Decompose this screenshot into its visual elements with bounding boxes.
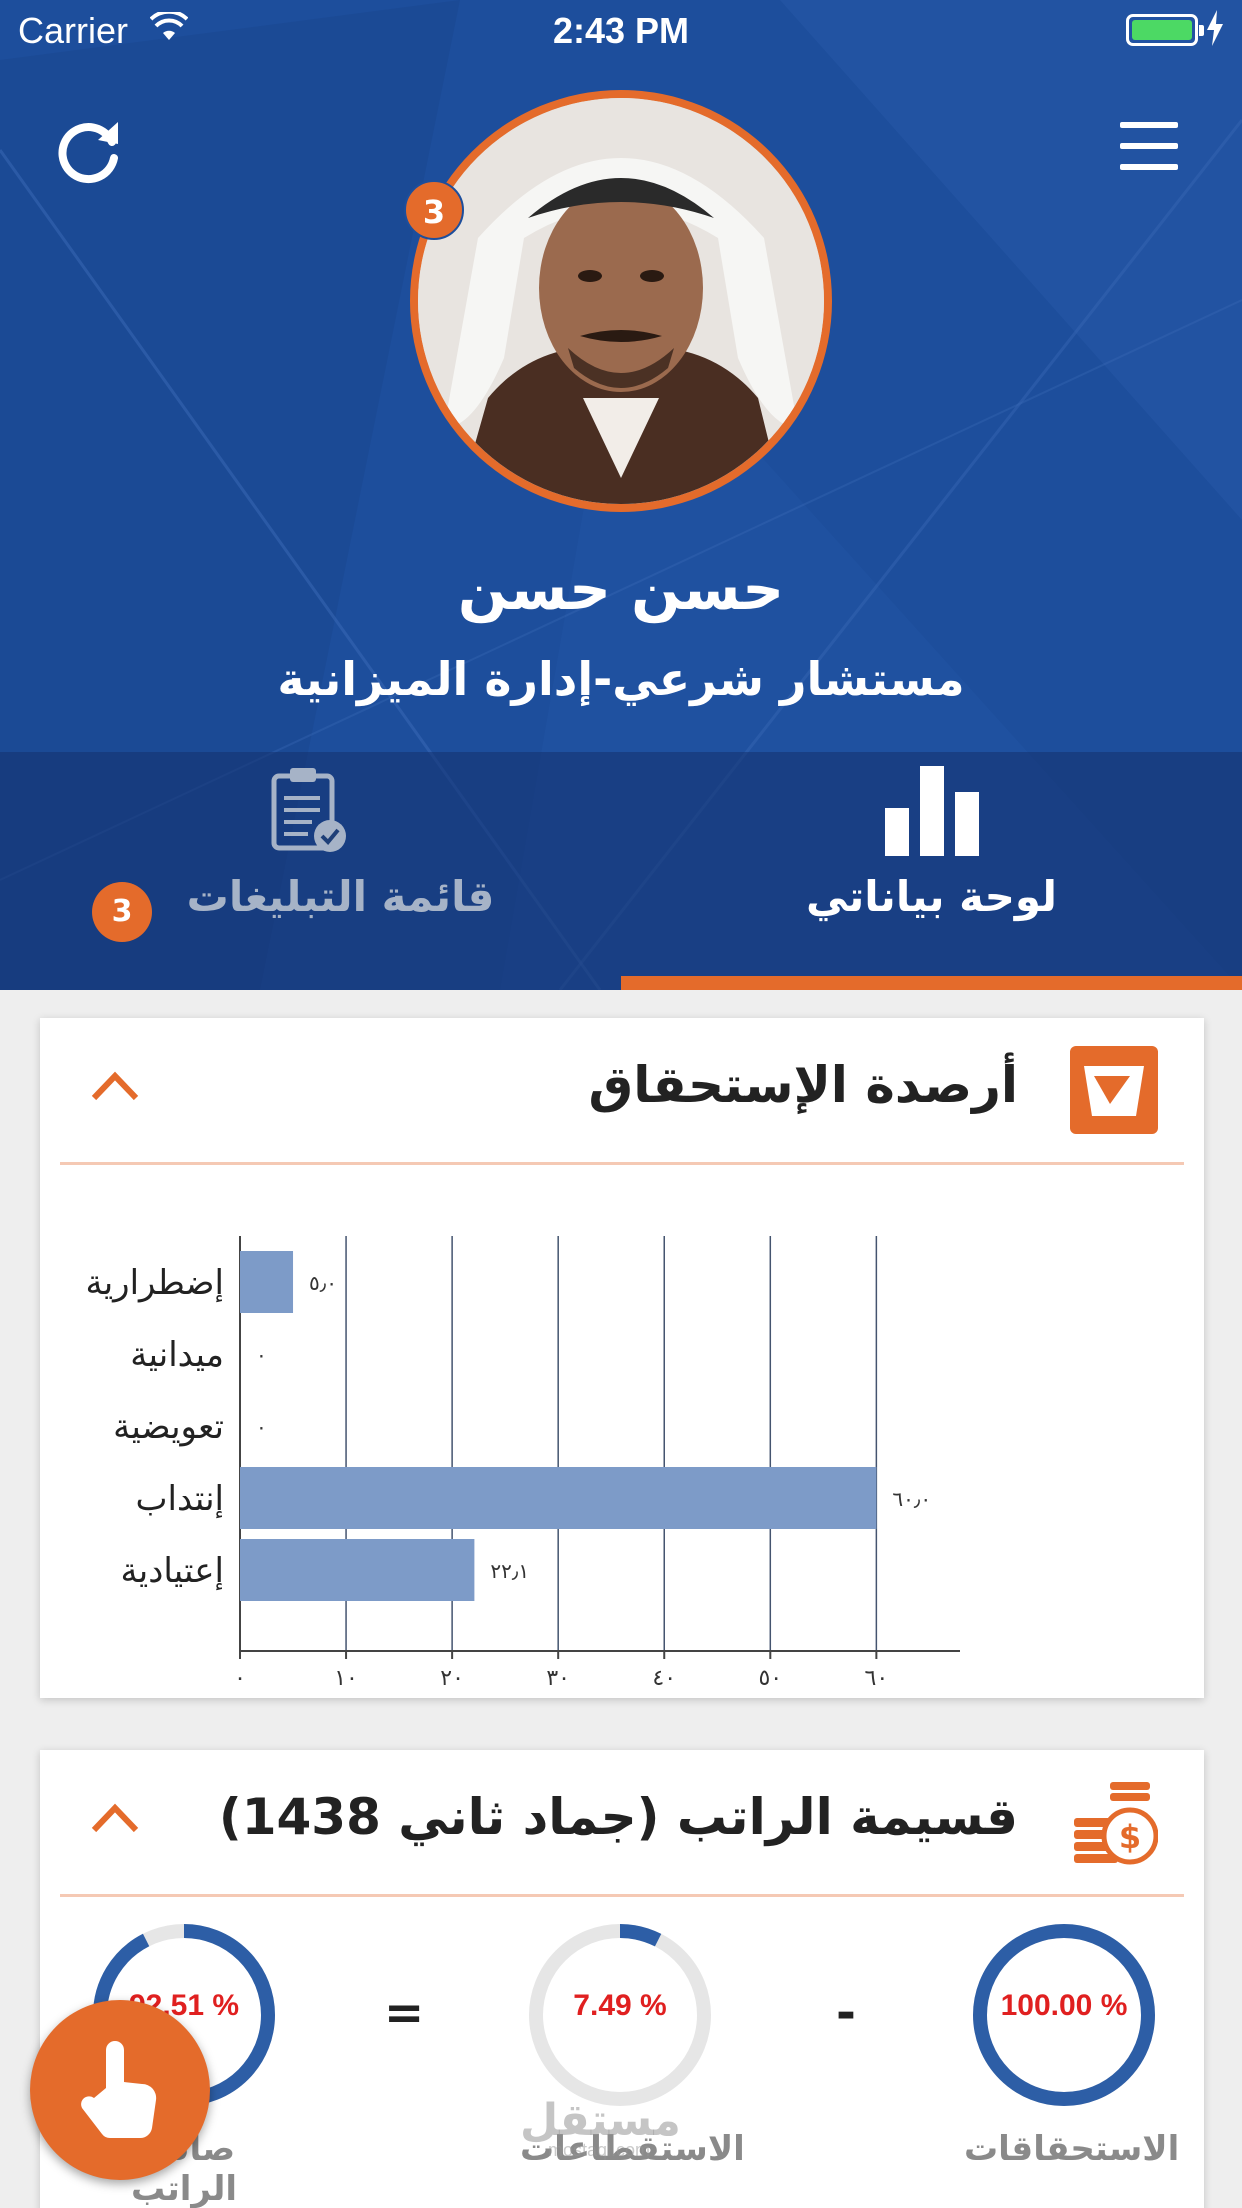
data-label: ٠ <box>256 1415 267 1439</box>
avatar-photo <box>418 98 824 504</box>
avatar[interactable] <box>410 90 832 512</box>
x-tick-label: ٣٠ <box>546 1666 570 1686</box>
x-tick-label: ٥٠ <box>758 1666 782 1686</box>
tab-notifications[interactable]: قائمة التبليغات 3 <box>0 752 621 990</box>
x-tick-label: ٦٠ <box>865 1666 889 1686</box>
equals-sign: = <box>384 1985 425 2041</box>
svg-text:$: $ <box>1119 1818 1141 1856</box>
bar <box>240 1467 877 1529</box>
chevron-up-icon[interactable] <box>90 1800 140 1836</box>
active-tab-indicator <box>621 976 1242 990</box>
ring-value: 7.49 % <box>573 1989 667 2022</box>
battery-icon <box>1126 14 1204 46</box>
charging-icon <box>1207 10 1223 46</box>
card-header[interactable]: أرصدة الإستحقاق <box>40 1018 1204 1163</box>
card-header[interactable]: قسيمة الراتب (جماد ثاني 1438) $ <box>40 1750 1204 1895</box>
card-divider <box>60 1894 1184 1897</box>
tab-dashboard[interactable]: لوحة بياناتي <box>621 752 1242 990</box>
salary-summary: 100.00 % الاستحقاقات - 7.49 % الاستقطاعا… <box>40 1915 1204 2208</box>
watermark-url: mostaql.com <box>548 2140 651 2160</box>
card-title: أرصدة الإستحقاق <box>588 1056 1019 1114</box>
data-label: ٦٠٫٠ <box>892 1487 931 1511</box>
notifications-badge: 3 <box>92 882 152 942</box>
x-tick-label: ٠ <box>234 1666 246 1686</box>
bar-chart-icon <box>885 766 979 856</box>
clipboard-check-icon <box>271 768 346 852</box>
category-label: إعتيادية <box>121 1551 224 1591</box>
entitlement-balances-card: أرصدة الإستحقاق ٠ ١٠ ٢٠ ٣٠ ٤٠ ٥٠ ٦٠ ٥٫٠ إضطرارية… <box>40 1018 1204 1698</box>
category-label: تعويضية <box>113 1407 224 1447</box>
ring-label: الاستحقاقات <box>964 2129 1180 2169</box>
x-tick-label: ٤٠ <box>652 1666 676 1686</box>
tab-dashboard-label: لوحة بياناتي <box>806 872 1057 921</box>
main-tabs: قائمة التبليغات 3 لوحة بياناتي <box>0 752 1242 990</box>
bar <box>240 1251 294 1313</box>
card-divider <box>60 1162 1184 1165</box>
minus-sign: - <box>836 1985 856 2041</box>
data-label: ٢٢٫١ <box>490 1559 529 1583</box>
status-bar: Carrier 2:43 PM <box>0 0 1242 60</box>
touch-action-button[interactable] <box>30 2000 210 2180</box>
coins-dollar-icon: $ <box>1074 1782 1158 1865</box>
tap-hand-icon <box>81 2041 157 2139</box>
watermark: مستقل <box>520 2095 681 2146</box>
category-label: ميدانية <box>130 1335 224 1375</box>
x-tick-label: ١٠ <box>334 1666 358 1686</box>
chevron-up-icon[interactable] <box>90 1068 140 1104</box>
x-tick-label: ٢٠ <box>440 1666 464 1686</box>
profile-header: Carrier 2:43 PM 3 حسن حسن مستشار شرعي-إد… <box>0 0 1242 990</box>
user-job-title: مستشار شرعي-إدارة الميزانية <box>277 652 965 706</box>
refresh-icon[interactable] <box>52 112 128 188</box>
bar <box>240 1539 475 1601</box>
data-label: ٥٫٠ <box>309 1271 337 1295</box>
data-label: ٠ <box>256 1343 267 1367</box>
category-label: إضطرارية <box>85 1263 224 1303</box>
wallet-icon <box>1070 1046 1158 1134</box>
notification-count-badge: 3 <box>404 180 464 240</box>
clock: 2:43 PM <box>552 10 690 51</box>
ring-entitlements: 100.00 % الاستحقاقات <box>964 1915 1180 2169</box>
category-label: إنتداب <box>136 1479 224 1519</box>
card-title: قسيمة الراتب (جماد ثاني 1438) <box>218 1788 1018 1846</box>
ring-value: 100.00 % <box>1000 1989 1128 2022</box>
user-name: حسن حسن <box>457 555 785 623</box>
menu-icon[interactable] <box>1120 122 1182 178</box>
balances-bar-chart: ٠ ١٠ ٢٠ ٣٠ ٤٠ ٥٠ ٦٠ ٥٫٠ إضطرارية ٠ ميدانية ٠ تعويضية… <box>85 1236 960 1686</box>
